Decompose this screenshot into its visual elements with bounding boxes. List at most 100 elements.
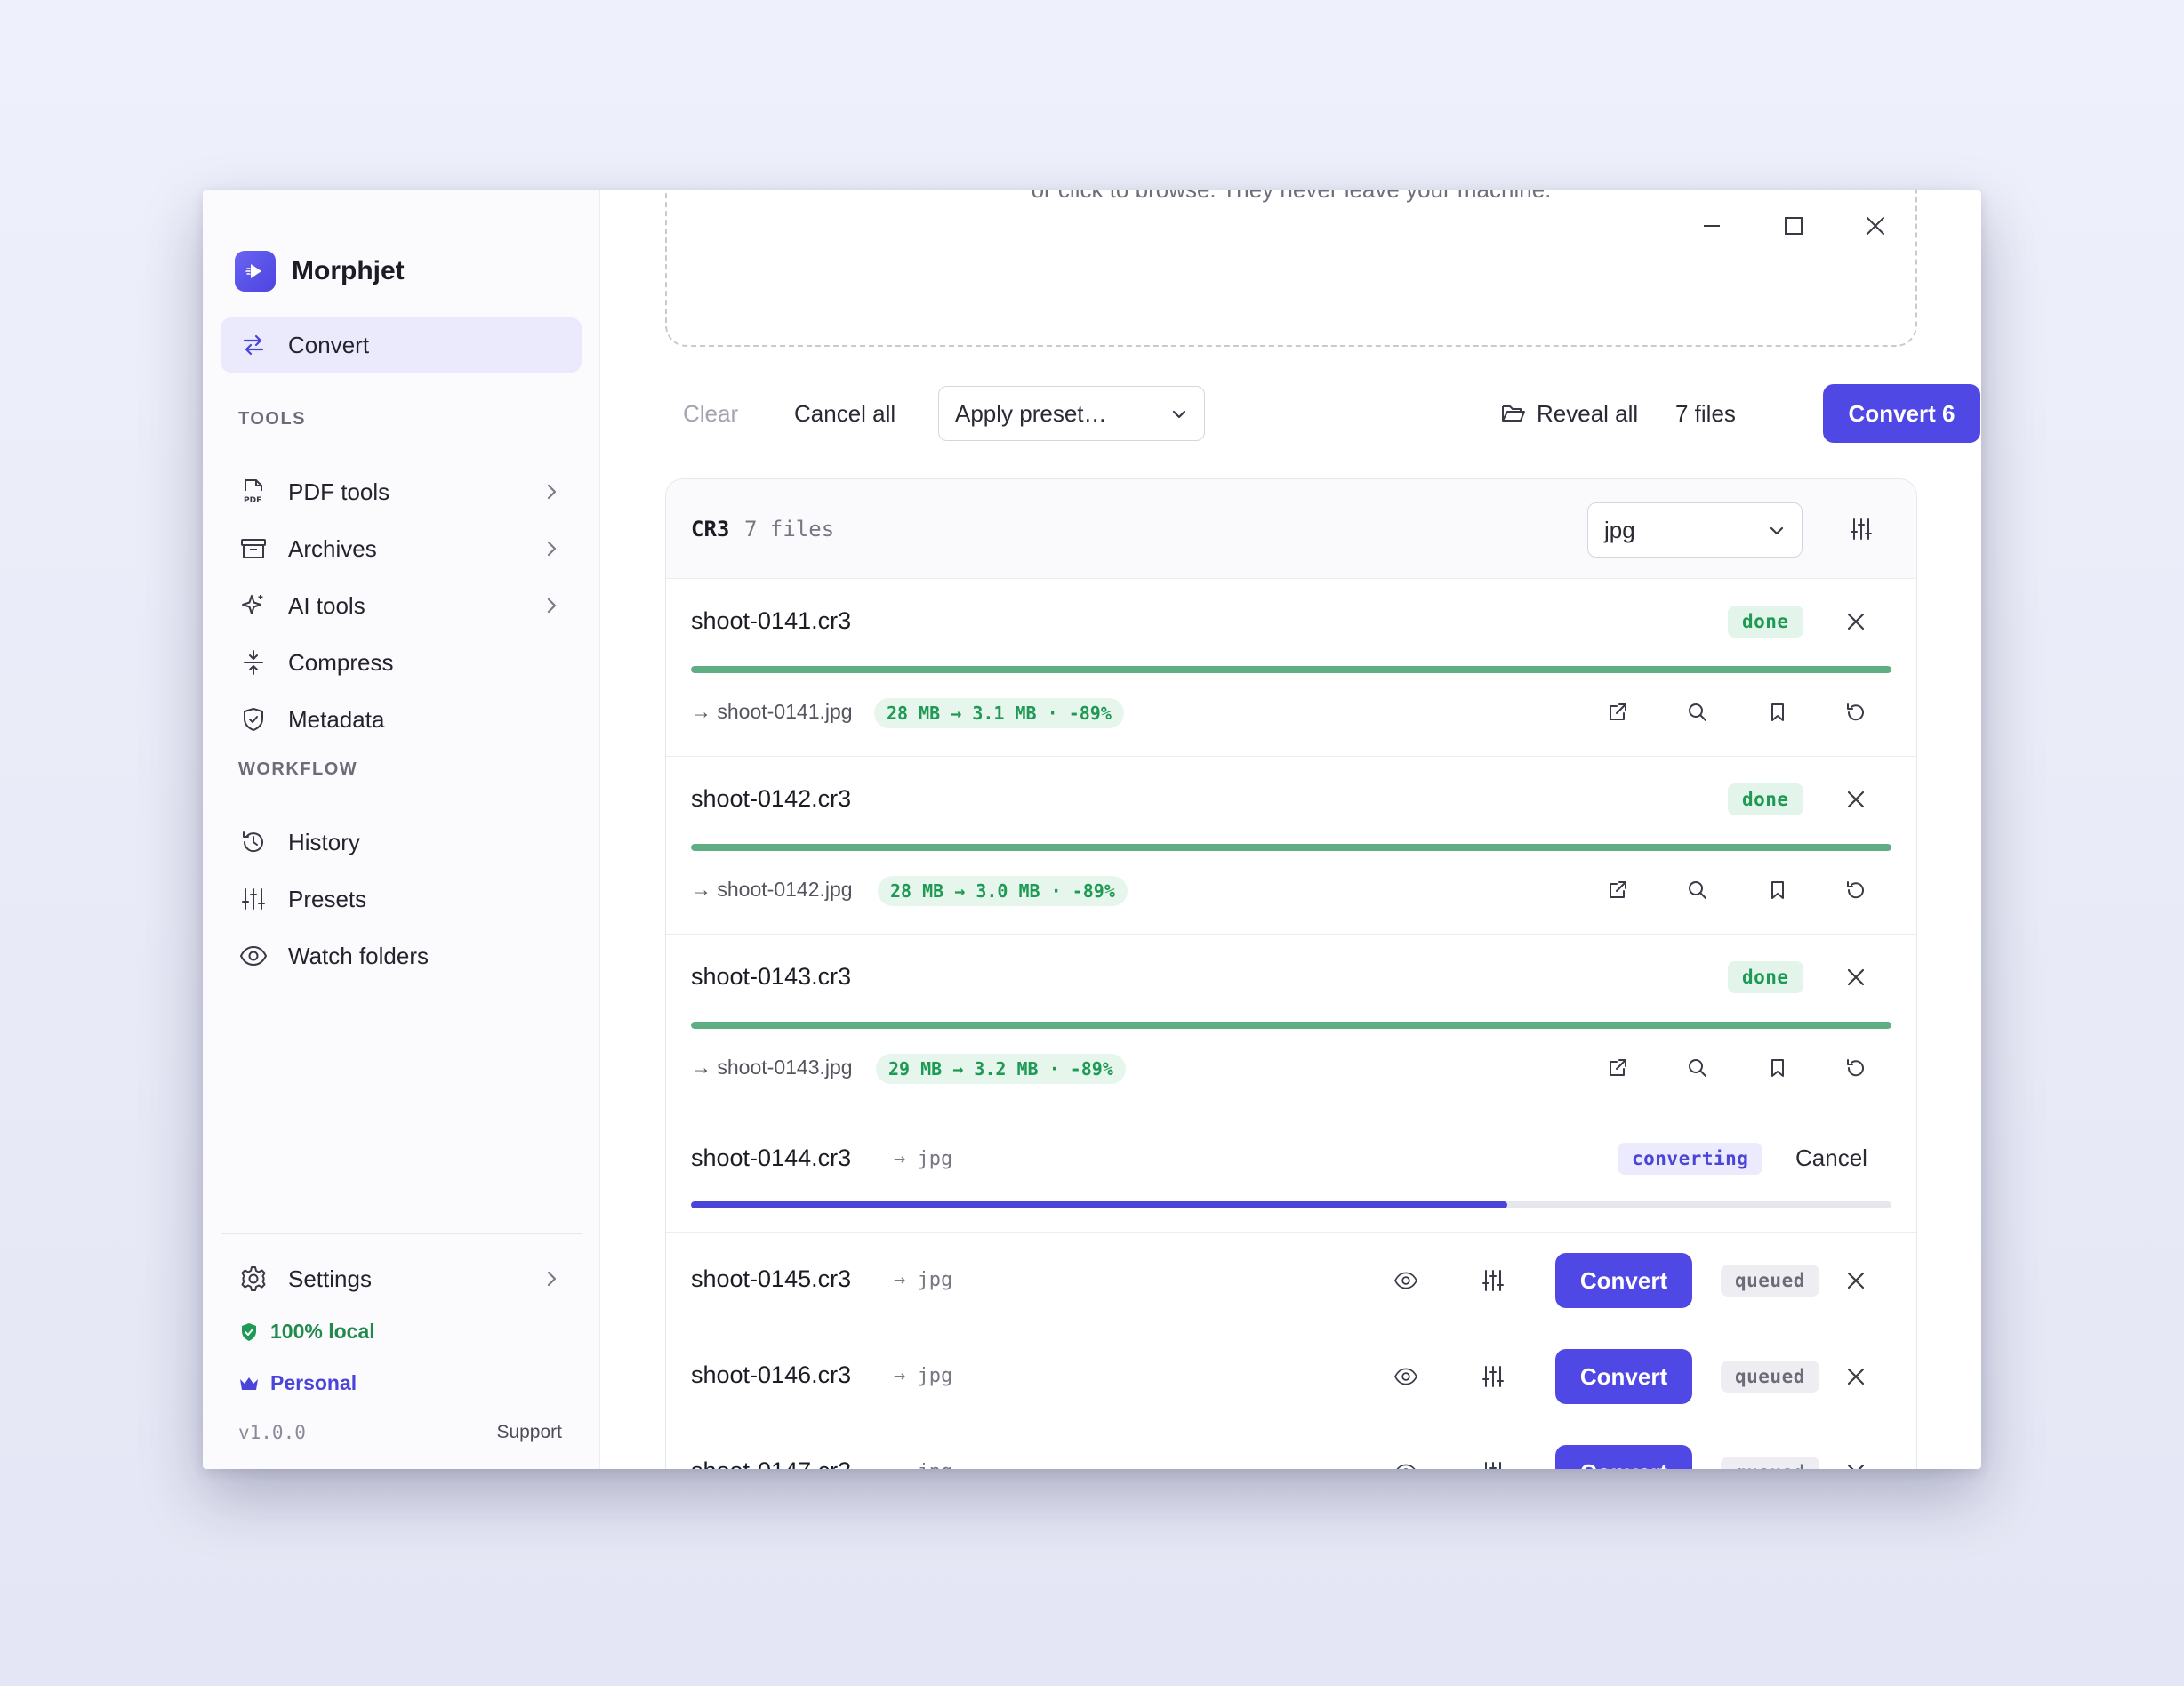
section-label-tools: TOOLS [238,409,307,429]
close-icon [1847,613,1865,630]
file-row: shoot-0147.cr3 → jpg Convert queued [666,1425,1916,1469]
undo-icon [1847,703,1864,721]
shield-icon [238,704,269,735]
preview-file-button[interactable] [1680,1050,1715,1086]
retry-button[interactable] [1838,1050,1874,1086]
open-file-button[interactable] [1600,1050,1635,1086]
preview-button[interactable] [1388,1359,1424,1394]
remove-file-button[interactable] [1838,604,1874,639]
group-file-count: 7 files [744,517,835,542]
size-stats: 28 MB → 3.1 MB · -89% [874,698,1124,728]
sidebar-item-watch-folders[interactable]: Watch folders [221,928,582,984]
search-icon [1689,881,1706,899]
history-icon [238,827,269,857]
sliders-icon [1482,1366,1504,1387]
open-file-button[interactable] [1600,872,1635,908]
status-badge: queued [1721,1361,1819,1393]
close-icon [1847,1272,1865,1289]
close-icon [1847,968,1865,986]
preview-file-button[interactable] [1680,872,1715,908]
file-settings-button[interactable] [1475,1359,1511,1394]
target-format-label: → jpg [894,1269,953,1291]
plan-label: Personal [270,1371,357,1394]
sidebar: Morphjet Convert TOOLS PDF PDF tools Arc… [203,190,600,1469]
sidebar-divider [221,1233,582,1234]
sidebar-item-metadata[interactable]: Metadata [221,692,582,747]
convert-arrows-icon [238,330,269,360]
bookmark-button[interactable] [1760,694,1795,730]
open-file-button[interactable] [1600,694,1635,730]
target-format-select[interactable]: jpg [1587,502,1803,558]
cancel-conversion-button[interactable]: Cancel [1795,1144,1867,1172]
progress-bar [691,1022,1891,1029]
file-name: shoot-0141.cr3 [691,607,852,634]
reveal-all-button[interactable]: Reveal all [1501,384,1638,443]
svg-text:PDF: PDF [244,496,261,505]
bookmark-button[interactable] [1760,872,1795,908]
sliders-icon [238,884,269,914]
maximize-button[interactable] [1774,206,1813,245]
retry-button[interactable] [1838,694,1874,730]
archive-icon [238,534,269,564]
preview-button[interactable] [1388,1263,1424,1298]
preview-button[interactable] [1388,1455,1424,1469]
maximize-icon [1785,217,1803,235]
support-link[interactable]: Support [496,1422,562,1443]
external-link-icon [1610,1059,1626,1076]
status-badge: queued [1721,1264,1819,1297]
remove-file-button[interactable] [1838,782,1874,817]
convert-file-button[interactable]: Convert [1555,1445,1692,1469]
eye-icon [1394,1368,1417,1385]
clear-button[interactable]: Clear [683,384,738,443]
convert-file-button[interactable]: Convert [1555,1253,1692,1308]
sliders-icon [1482,1270,1504,1291]
remove-file-button[interactable] [1838,1455,1874,1469]
output-file-name: → shoot-0142.jpg [691,878,853,901]
group-settings-button[interactable] [1843,511,1879,547]
brand: Morphjet [235,251,405,292]
cancel-all-button[interactable]: Cancel all [794,384,895,443]
remove-file-button[interactable] [1838,959,1874,995]
external-link-icon [1610,703,1626,720]
sidebar-item-history[interactable]: History [221,815,582,870]
sidebar-item-settings[interactable]: Settings [221,1251,582,1306]
sidebar-item-ai-tools[interactable]: AI tools [221,578,582,633]
bookmark-button[interactable] [1760,1050,1795,1086]
plan-badge[interactable]: Personal [238,1371,357,1395]
chevron-down-icon [1172,410,1186,419]
undo-icon [1847,881,1864,899]
sidebar-item-compress[interactable]: Compress [221,635,582,690]
undo-icon [1847,1059,1864,1077]
sidebar-item-convert[interactable]: Convert [221,317,582,373]
status-badge: done [1728,961,1803,993]
file-settings-button[interactable] [1475,1263,1511,1298]
remove-file-button[interactable] [1838,1359,1874,1394]
minimize-icon [1704,225,1720,227]
minimize-button[interactable] [1692,206,1731,245]
progress-bar [691,666,1891,673]
chevron-down-icon [1770,526,1784,535]
eye-icon [1396,1464,1416,1469]
convert-all-button[interactable]: Convert 6 [1823,384,1980,443]
sidebar-item-label: AI tools [288,591,365,619]
preview-file-button[interactable] [1680,694,1715,730]
sidebar-item-label: Convert [288,331,370,358]
file-settings-button[interactable] [1475,1455,1511,1469]
sidebar-item-pdf-tools[interactable]: PDF PDF tools [221,464,582,519]
bookmark-icon [1771,1059,1784,1077]
retry-button[interactable] [1838,872,1874,908]
remove-file-button[interactable] [1838,1263,1874,1298]
preset-select[interactable]: Apply preset… [938,386,1205,441]
sparkle-icon [238,590,269,621]
convert-file-button[interactable]: Convert [1555,1349,1692,1404]
sidebar-item-presets[interactable]: Presets [221,871,582,927]
chevron-right-icon [547,484,557,500]
sidebar-item-label: Watch folders [288,942,429,969]
bookmark-icon [1771,881,1784,899]
progress-fill [691,666,1891,673]
sidebar-item-archives[interactable]: Archives [221,521,582,576]
status-badge: queued [1721,1457,1819,1469]
file-group-header: CR3 7 files jpg [666,479,1916,579]
close-window-button[interactable] [1856,206,1895,245]
reveal-all-label: Reveal all [1537,399,1639,427]
